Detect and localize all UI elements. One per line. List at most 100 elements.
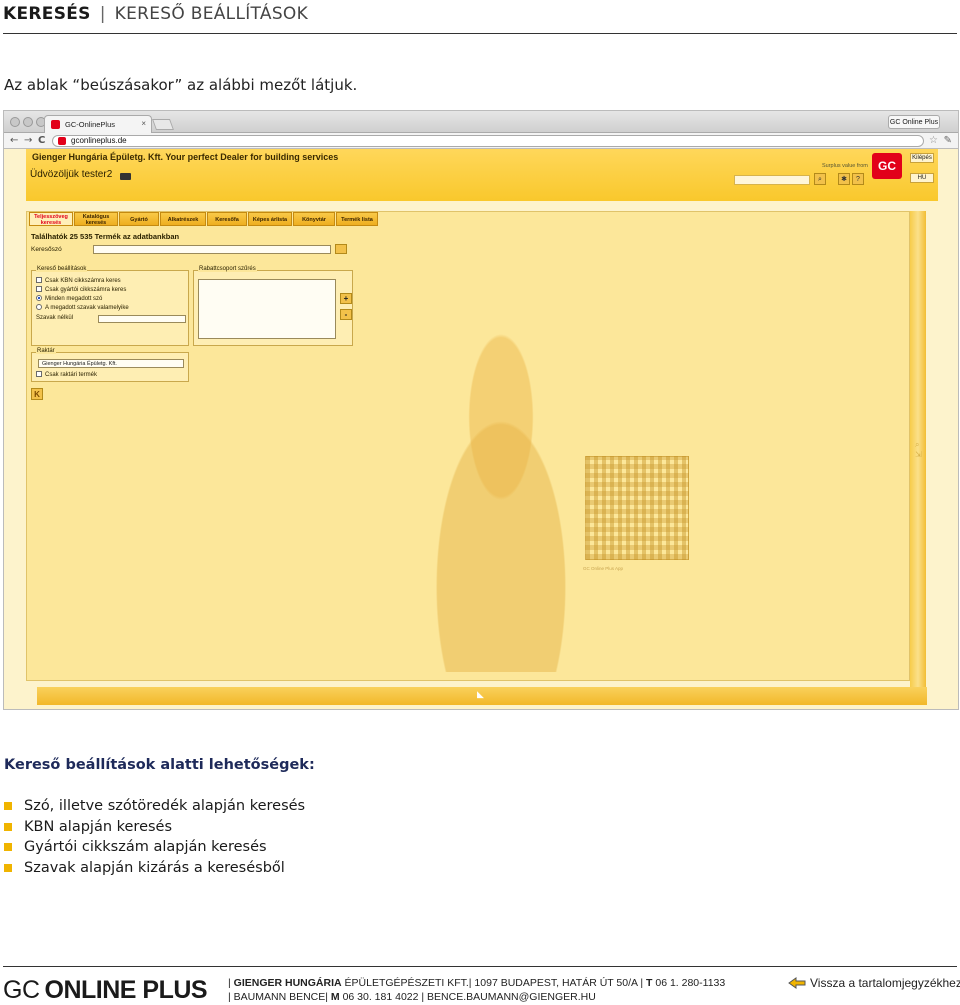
list-item: Gyártói cikkszám alapján keresés [4, 837, 305, 858]
tab-close-icon[interactable]: × [141, 119, 146, 128]
browser-titlebar: GC-OnlinePlus × GC Online Plus [4, 111, 958, 133]
footer-divider [3, 966, 957, 967]
discount-list[interactable] [198, 279, 336, 339]
bookmark-star-icon[interactable]: ☆ [929, 135, 938, 146]
gc-logo: GC [872, 153, 902, 179]
company-address: ÉPÜLETGÉPÉSZETI KFT.| 1097 BUDAPEST, HAT… [341, 977, 644, 989]
footer-contact: | GIENGER HUNGÁRIA ÉPÜLETGÉPÉSZETI KFT.|… [228, 977, 725, 1004]
checkbox-icon[interactable] [36, 277, 42, 283]
option-any-word[interactable]: A megadott szavak valamelyike [36, 304, 129, 311]
reset-button[interactable]: K [31, 388, 43, 400]
warehouse-select[interactable]: Gienger Hungária Épületg. Kft. [38, 359, 184, 368]
checkbox-icon[interactable] [36, 286, 42, 292]
brand-line: Gienger Hungária Épületg. Kft. Your perf… [32, 152, 339, 162]
site-viewport: Gienger Hungária Épületg. Kft. Your perf… [4, 149, 958, 709]
document-header: KERESÉS | KERESŐ BEÁLLÍTÁSOK [3, 4, 957, 34]
site-search-input[interactable] [734, 175, 810, 185]
welcome-text: Üdvözöljük tester2 [30, 169, 113, 180]
keyword-label: Keresőszó [31, 246, 62, 253]
tab-title: GC-OnlinePlus [65, 120, 116, 129]
bullet-square-icon [4, 802, 12, 810]
gc-mark-icon: ◣ [477, 690, 484, 700]
header-title-light: KERESŐ BEÁLLÍTÁSOK [114, 4, 309, 24]
mobile-label: M [327, 990, 340, 1003]
bullet-square-icon [4, 863, 12, 872]
intro-text: Az ablak “beúszásakor” az alábbi mezőt l… [4, 76, 358, 94]
close-window-icon[interactable] [10, 117, 20, 127]
logout-button[interactable]: Kilépés [910, 153, 934, 163]
bullet-square-icon [4, 822, 12, 831]
list-item: Szavak alapján kizárás a keresésből [4, 858, 305, 879]
keyword-search-button[interactable] [335, 244, 347, 254]
header-separator: | [99, 4, 106, 24]
page: KERESÉS | KERESŐ BEÁLLÍTÁSOK Az ablak “b… [0, 0, 960, 1005]
qr-code-image [585, 456, 689, 560]
help-icon[interactable]: ? [852, 173, 864, 185]
radio-selected-icon[interactable] [36, 295, 42, 301]
exclude-words-input[interactable] [98, 315, 186, 323]
tab-catalog-search[interactable]: Katalógus keresés [74, 212, 118, 226]
remove-discount-button[interactable]: - [340, 309, 352, 320]
back-to-toc-link[interactable]: Vissza a tartalomjegyzékhez [788, 976, 960, 990]
background-person-image [401, 332, 601, 672]
option-all-words[interactable]: Minden megadott szó [36, 295, 102, 302]
search-icon[interactable]: ⌕ [814, 173, 826, 185]
gear-icon[interactable]: ✱ [838, 173, 850, 185]
qr-caption: GC Online Plus App [583, 566, 624, 571]
browser-navbar: ← → C gconlineplus.de ☆ ✎ [4, 133, 958, 149]
new-tab-button[interactable] [151, 119, 175, 130]
found-products-text: Találhatók 25 535 Termék az adatbankban [31, 232, 180, 241]
section-heading: Kereső beállítások alatti lehetőségek: [4, 757, 315, 773]
warehouse-group: Raktár Gienger Hungária Épületg. Kft. Cs… [31, 348, 189, 382]
footer-logo-rest: ONLINE PLUS [44, 976, 208, 1004]
tab-library[interactable]: Könyvtár [293, 212, 335, 226]
tab-product-list[interactable]: Termék lista [336, 212, 378, 226]
company-name: GIENGER HUNGÁRIA [233, 977, 342, 989]
back-arrow-icon [788, 977, 806, 989]
list-item: KBN alapján keresés [4, 817, 305, 838]
language-selector[interactable]: HU [910, 173, 934, 183]
keyword-input[interactable] [93, 245, 331, 254]
bullet-square-icon [4, 843, 12, 851]
tab-spare-parts[interactable]: Alkatrészek [160, 212, 206, 226]
tab-fulltext-search[interactable]: Teljesszöveg keresés [29, 212, 73, 226]
surplus-label: Surplus value from [822, 163, 868, 169]
reload-icon[interactable]: C [38, 135, 45, 147]
discount-group: Rabattcsoport szűrés + - [193, 266, 353, 346]
radio-icon[interactable] [36, 304, 42, 310]
footer-logo: GC ONLINE PLUS [3, 976, 208, 1005]
tab-picture-pricelist[interactable]: Képes árlista [248, 212, 292, 226]
option-manufacturer-only[interactable]: Csak gyártói cikkszámra keres [36, 286, 126, 293]
option-kbn-only[interactable]: Csak KBN cikkszámra keres [36, 277, 121, 284]
feature-list: Szó, illetve szótöredék alapján keresés … [4, 796, 305, 878]
phone-number: 06 1. 280-1133 [652, 977, 726, 989]
forward-arrow-icon[interactable]: → [24, 135, 32, 147]
stock-only-option[interactable]: Csak raktári termék [36, 371, 97, 378]
browser-tab[interactable]: GC-OnlinePlus × [44, 115, 152, 133]
back-to-toc-label: Vissza a tartalomjegyzékhez [810, 976, 960, 990]
mobile-and-email: 06 30. 181 4022 | BENCE.BAUMANN@GIENGER.… [339, 990, 596, 1003]
browser-screenshot: GC-OnlinePlus × GC Online Plus ← → C gco… [3, 110, 959, 710]
exclude-words-label: Szavak nélkül [36, 315, 74, 321]
search-settings-legend: Kereső beállítások [36, 266, 88, 272]
zoom-icon[interactable]: ⌕ ⇲ [915, 440, 922, 459]
site-bottom-bar: ◣ [37, 687, 927, 705]
search-panel: GC Online Plus App ⌕ ⇲ Teljesszöveg kere… [26, 211, 922, 681]
discount-legend: Rabattcsoport szűrés [198, 266, 257, 272]
back-arrow-icon[interactable]: ← [10, 135, 18, 147]
contact-name: BAUMANN BENCE| [233, 990, 328, 1003]
header-title-strong: KERESÉS [3, 4, 91, 24]
checkbox-icon[interactable] [36, 371, 42, 377]
favicon-icon [51, 120, 60, 129]
warehouse-legend: Raktár [36, 348, 56, 354]
wrench-icon[interactable]: ✎ [944, 135, 952, 146]
address-bar[interactable]: gconlineplus.de [52, 135, 924, 147]
mail-icon[interactable] [120, 173, 131, 180]
tab-manufacturer[interactable]: Gyártó [119, 212, 159, 226]
add-discount-button[interactable]: + [340, 293, 352, 304]
site-icon [58, 137, 66, 145]
tab-search-tree[interactable]: Keresőfa [207, 212, 247, 226]
search-settings-group: Kereső beállítások Csak KBN cikkszámra k… [31, 266, 189, 346]
minimize-window-icon[interactable] [23, 117, 33, 127]
footer-line-1: | GIENGER HUNGÁRIA ÉPÜLETGÉPÉSZETI KFT.|… [228, 977, 726, 989]
